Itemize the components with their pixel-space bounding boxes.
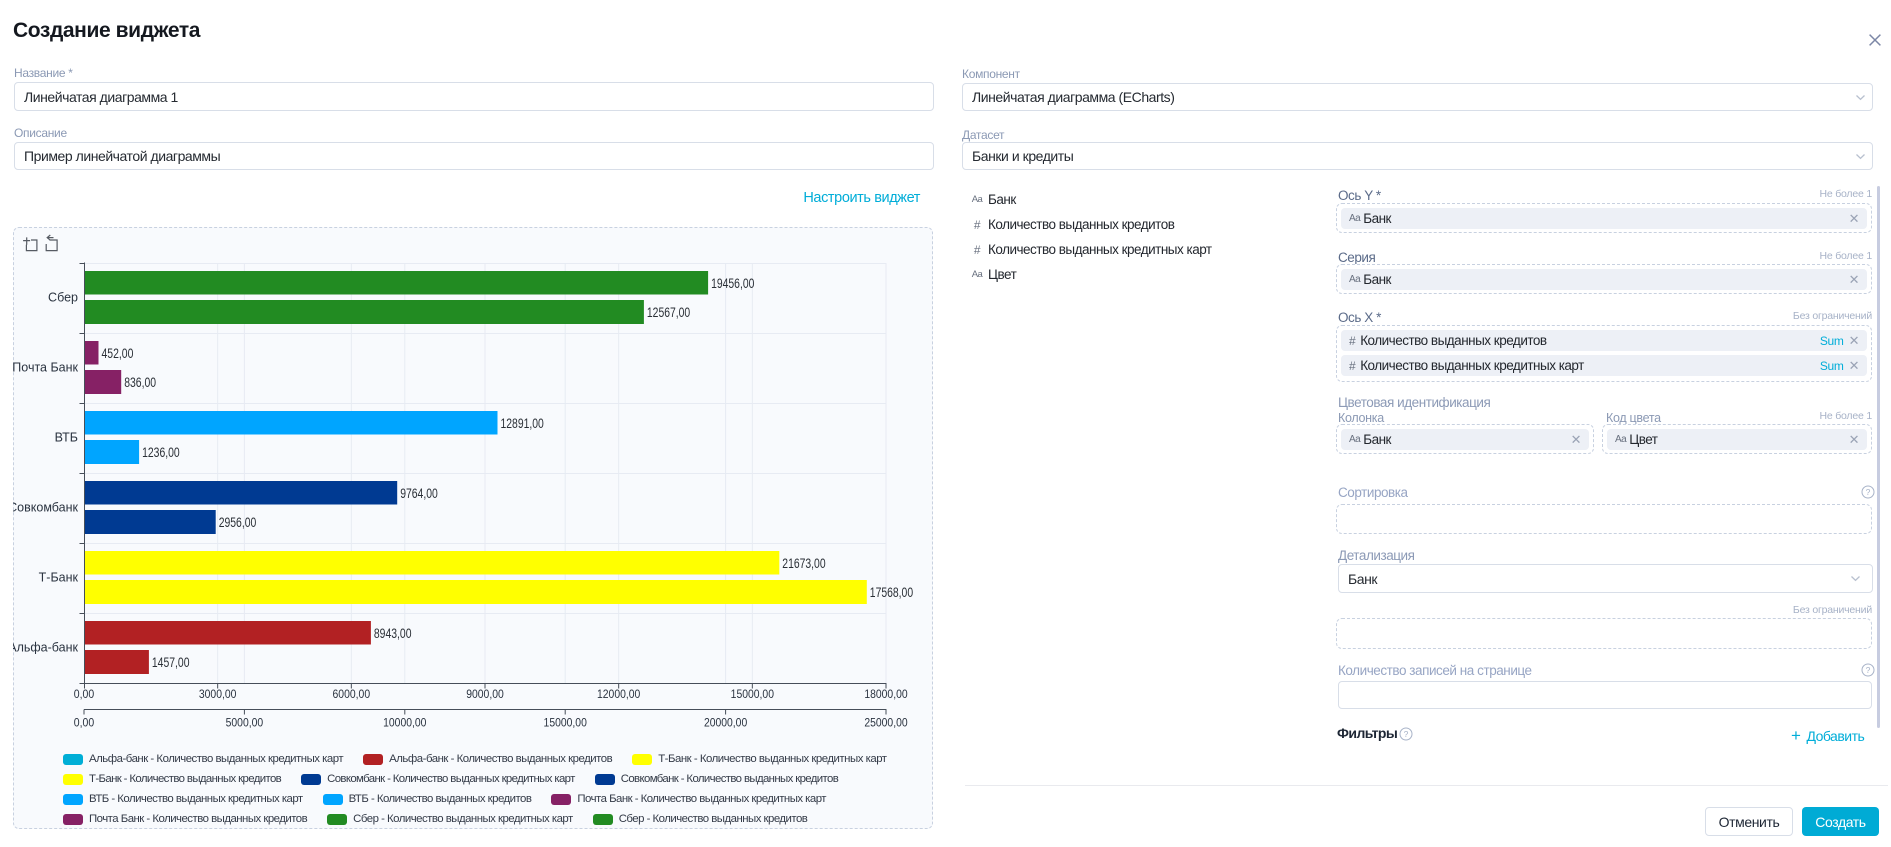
- svg-text:12891,00: 12891,00: [501, 415, 544, 431]
- svg-text:Альфа-банк: Альфа-банк: [13, 641, 79, 655]
- svg-text:452,00: 452,00: [102, 345, 134, 361]
- svg-text:836,00: 836,00: [124, 374, 156, 390]
- svg-text:0,00: 0,00: [74, 716, 95, 730]
- svg-text:9000,00: 9000,00: [466, 687, 504, 701]
- svg-text:25000,00: 25000,00: [864, 716, 908, 730]
- svg-text:?: ?: [1866, 665, 1871, 675]
- svg-text:17568,00: 17568,00: [870, 584, 913, 600]
- svg-text:19456,00: 19456,00: [711, 275, 754, 291]
- svg-text:12567,00: 12567,00: [647, 304, 690, 320]
- svg-text:?: ?: [1866, 487, 1871, 497]
- svg-text:3000,00: 3000,00: [199, 687, 237, 701]
- svg-text:2956,00: 2956,00: [219, 514, 257, 530]
- svg-text:?: ?: [1404, 729, 1409, 739]
- svg-text:9764,00: 9764,00: [400, 485, 438, 501]
- svg-text:Сбер: Сбер: [48, 291, 78, 305]
- svg-text:18000,00: 18000,00: [864, 687, 908, 701]
- svg-text:Т-Банк: Т-Банк: [39, 571, 79, 585]
- svg-text:20000,00: 20000,00: [704, 716, 748, 730]
- svg-text:Почта Банк: Почта Банк: [13, 361, 79, 375]
- svg-text:ВТБ: ВТБ: [55, 431, 78, 445]
- svg-text:6000,00: 6000,00: [333, 687, 371, 701]
- svg-text:1457,00: 1457,00: [152, 654, 190, 670]
- svg-text:15000,00: 15000,00: [544, 716, 588, 730]
- svg-text:15000,00: 15000,00: [731, 687, 775, 701]
- svg-text:10000,00: 10000,00: [383, 716, 427, 730]
- svg-text:8943,00: 8943,00: [374, 625, 412, 641]
- svg-text:Совкомбанк: Совкомбанк: [13, 501, 79, 515]
- svg-text:5000,00: 5000,00: [226, 716, 264, 730]
- svg-text:12000,00: 12000,00: [597, 687, 641, 701]
- svg-text:0,00: 0,00: [74, 687, 95, 701]
- svg-text:1236,00: 1236,00: [142, 444, 180, 460]
- svg-text:21673,00: 21673,00: [782, 555, 825, 571]
